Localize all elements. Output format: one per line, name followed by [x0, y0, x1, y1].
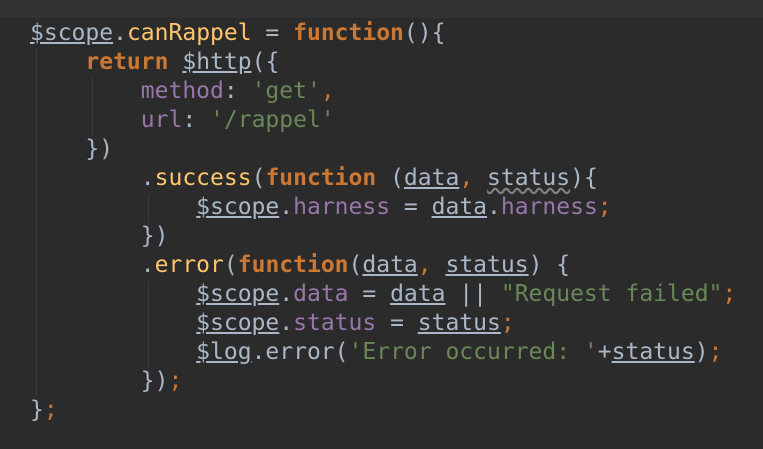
- token-variable: data: [431, 194, 487, 220]
- token-scope: $scope: [30, 20, 114, 46]
- code-line-11: $scope.status = status;: [196, 310, 515, 336]
- token-string: 'Error occurred: ': [348, 339, 598, 365]
- token-property: harness: [500, 194, 598, 220]
- token-param: status: [445, 252, 529, 278]
- code-line-14: };: [30, 397, 58, 423]
- token-keyword: function: [265, 165, 377, 191]
- token-scope: $scope: [196, 194, 280, 220]
- token-property: data: [293, 281, 349, 307]
- token-key: method: [140, 78, 224, 104]
- token-keyword: return: [85, 49, 169, 75]
- token-string: '/rappel': [210, 107, 335, 133]
- token-method: success: [154, 165, 252, 191]
- code-line-10: $scope.data = data || "Request failed";: [196, 281, 737, 307]
- token-variable: status: [611, 339, 695, 365]
- code-line-7: $scope.harness = data.harness;: [196, 194, 612, 220]
- token-log: $log: [196, 339, 252, 365]
- token-keyword: function: [293, 20, 404, 46]
- code-line-1: $scope.canRappel = function(){: [30, 20, 446, 46]
- token-string: "Request failed": [500, 281, 723, 307]
- editor-top-band: [0, 0, 763, 18]
- code-line-4: url: '/rappel': [140, 107, 335, 133]
- token-property: canRappel: [126, 20, 252, 46]
- code-line-8: }): [140, 223, 169, 249]
- token-param: data: [362, 252, 418, 278]
- code-editor[interactable]: $scope.canRappel = function(){ return $h…: [0, 0, 763, 449]
- token-param: status: [487, 165, 571, 191]
- token-property: harness: [293, 194, 391, 220]
- token-string: 'get': [251, 78, 321, 104]
- token-variable: status: [417, 310, 501, 336]
- code-line-13: });: [140, 368, 183, 394]
- code-line-6: .success(function (data, status){: [140, 165, 598, 191]
- token-keyword: function: [237, 252, 349, 278]
- code-line-2: return $http({: [85, 49, 280, 75]
- token-scope: $scope: [196, 310, 280, 336]
- token-variable: data: [390, 281, 446, 307]
- code-line-5: }): [85, 136, 114, 162]
- token-method: error: [265, 339, 335, 365]
- token-http: $http: [182, 49, 252, 75]
- code-area[interactable]: $scope.canRappel = function(){ return $h…: [30, 19, 736, 425]
- token-key: url: [140, 107, 183, 133]
- code-line-12: $log.error('Error occurred: '+status);: [196, 339, 723, 365]
- token-param: data: [403, 165, 460, 191]
- code-line-9: .error(function(data, status) {: [140, 252, 571, 278]
- code-line-3: method: 'get',: [140, 78, 335, 104]
- token-scope: $scope: [196, 281, 280, 307]
- token-property: status: [293, 310, 377, 336]
- token-method: error: [154, 252, 224, 278]
